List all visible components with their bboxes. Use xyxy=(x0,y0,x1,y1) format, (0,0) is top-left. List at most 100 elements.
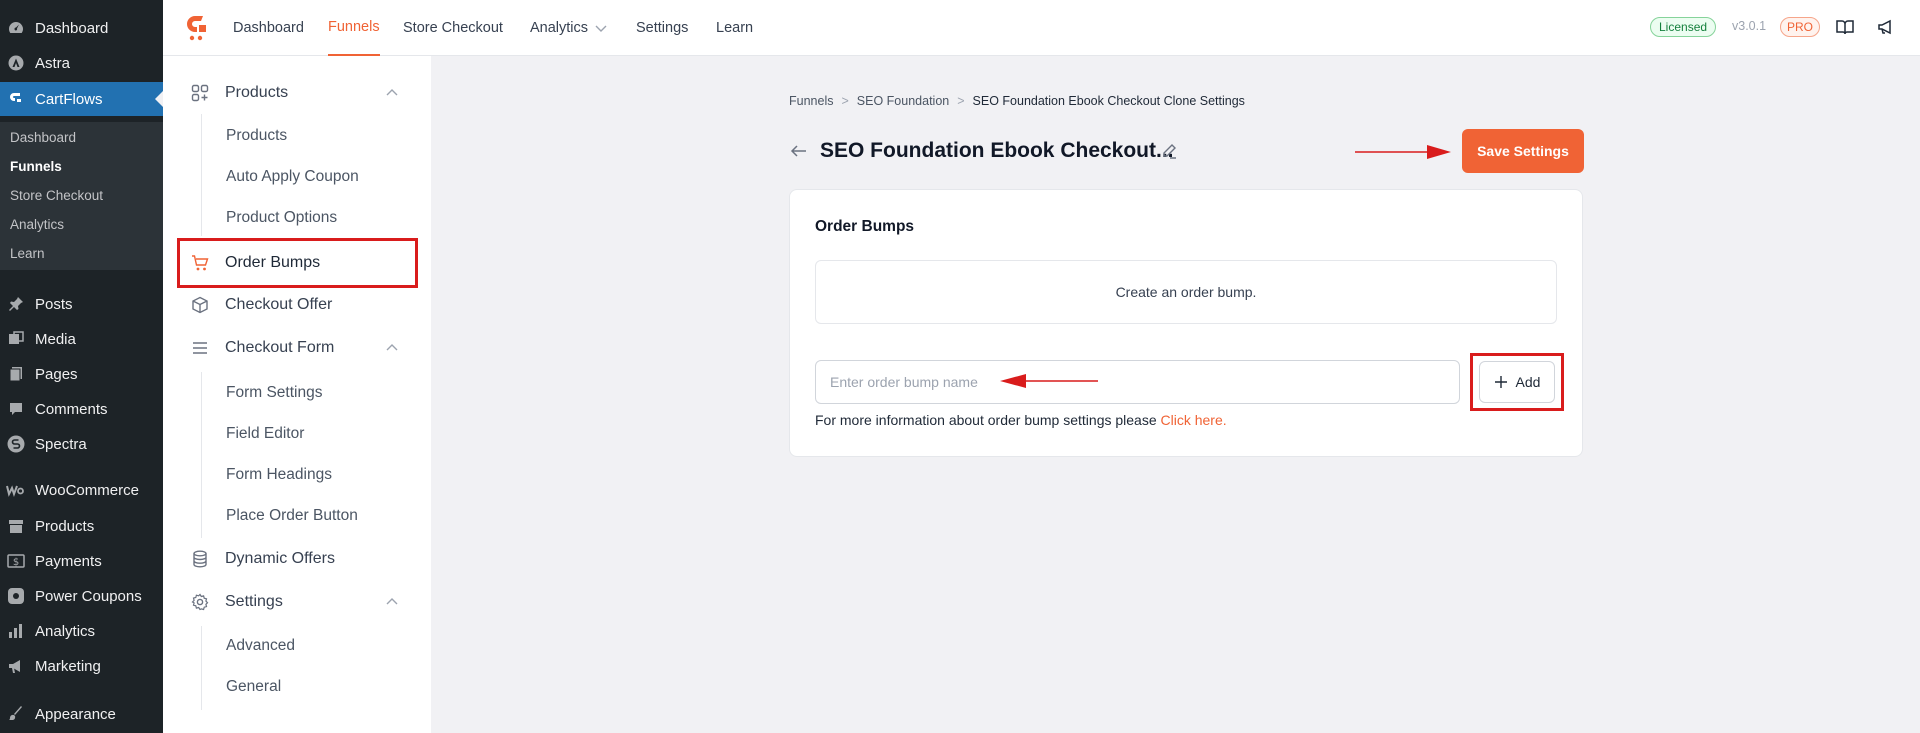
step-settings-nav: Products Products Auto Apply Coupon Prod… xyxy=(163,56,431,733)
settings-group-checkout-form-label: Checkout Form xyxy=(225,339,335,356)
topnav-analytics-label: Analytics xyxy=(530,20,589,36)
wp-submenu-analytics[interactable]: Analytics xyxy=(10,217,64,232)
chevron-up-icon xyxy=(385,86,399,100)
chevron-down-icon xyxy=(595,25,607,32)
settings-item-general[interactable]: General xyxy=(226,678,281,696)
grid-plus-icon xyxy=(191,84,209,102)
settings-item-product-options[interactable]: Product Options xyxy=(226,209,337,227)
tree-line xyxy=(201,626,202,710)
settings-item-order-bumps[interactable]: Order Bumps xyxy=(177,238,418,288)
breadcrumb: Funnels > SEO Foundation > SEO Foundatio… xyxy=(789,94,1245,108)
version-label: v3.0.1 xyxy=(1732,19,1767,33)
megaphone-icon[interactable] xyxy=(1876,17,1896,37)
empty-state-text: Create an order bump. xyxy=(1115,284,1257,300)
wp-submenu-dashboard[interactable]: Dashboard xyxy=(10,130,76,145)
cube-icon xyxy=(191,296,209,314)
megaphone-icon xyxy=(6,656,26,676)
topnav-store-checkout[interactable]: Store Checkout xyxy=(403,0,503,56)
empty-state: Create an order bump. xyxy=(815,260,1557,324)
tree-line xyxy=(201,114,202,236)
comment-icon xyxy=(6,399,26,419)
settings-item-advanced[interactable]: Advanced xyxy=(226,637,295,655)
add-order-bump-button[interactable]: Add xyxy=(1479,361,1555,403)
breadcrumb-current: SEO Foundation Ebook Checkout Clone Sett… xyxy=(972,94,1245,108)
tree-line xyxy=(201,372,202,538)
bar-chart-icon xyxy=(6,621,26,641)
settings-item-dynamic-offers-label: Dynamic Offers xyxy=(225,550,335,567)
order-bumps-heading: Order Bumps xyxy=(815,218,915,235)
help-link[interactable]: Click here. xyxy=(1161,412,1227,428)
wp-menu-woocommerce[interactable]: WooCommerce xyxy=(0,476,163,504)
back-arrow-icon[interactable] xyxy=(789,141,809,161)
settings-item-order-bumps-label: Order Bumps xyxy=(225,254,321,271)
edit-pencil-icon[interactable] xyxy=(1161,143,1177,159)
settings-group-checkout-form[interactable]: Checkout Form xyxy=(163,331,431,365)
topnav-settings[interactable]: Settings xyxy=(636,0,688,56)
wp-menu-astra[interactable]: Astra xyxy=(0,49,163,77)
wp-menu-payments[interactable]: $ Payments xyxy=(0,547,163,575)
settings-item-dynamic-offers[interactable]: Dynamic Offers xyxy=(163,542,431,576)
wp-menu-cartflows[interactable]: CartFlows xyxy=(0,82,163,116)
wp-menu-analytics[interactable]: Analytics xyxy=(0,617,163,645)
save-settings-button[interactable]: Save Settings xyxy=(1462,129,1584,173)
book-icon[interactable] xyxy=(1835,17,1855,37)
settings-item-form-headings[interactable]: Form Headings xyxy=(226,466,332,484)
wp-menu-appearance[interactable]: Appearance xyxy=(0,700,163,728)
cartflows-icon xyxy=(6,89,26,109)
cartflows-topbar: Dashboard Funnels Store Checkout Analyti… xyxy=(163,0,1920,56)
wp-menu-spectra[interactable]: Spectra xyxy=(0,430,163,458)
chevron-up-icon xyxy=(385,341,399,355)
settings-item-checkout-offer[interactable]: Checkout Offer xyxy=(163,288,431,322)
wp-menu-marketing[interactable]: Marketing xyxy=(0,652,163,680)
woocommerce-icon xyxy=(6,480,26,500)
settings-item-place-order-button[interactable]: Place Order Button xyxy=(226,507,358,525)
annotation-arrow-left xyxy=(1000,374,1098,388)
wp-menu-pages[interactable]: Pages xyxy=(0,360,163,388)
order-bump-name-input[interactable] xyxy=(815,360,1460,404)
settings-group-products[interactable]: Products xyxy=(163,76,431,110)
add-order-bump-label: Add xyxy=(1515,374,1541,390)
dashboard-icon xyxy=(6,18,26,38)
settings-item-field-editor[interactable]: Field Editor xyxy=(226,425,304,443)
wp-menu-dashboard[interactable]: Dashboard xyxy=(0,14,163,42)
pages-icon xyxy=(6,364,26,384)
pin-icon xyxy=(6,294,26,314)
wp-submenu-learn[interactable]: Learn xyxy=(10,246,45,261)
wp-submenu-funnels[interactable]: Funnels xyxy=(10,159,62,174)
wp-menu-comments[interactable]: Comments xyxy=(0,395,163,423)
add-button-highlight: Add xyxy=(1470,353,1564,411)
wp-menu-products[interactable]: Products xyxy=(0,512,163,540)
chevron-up-icon xyxy=(385,595,399,609)
breadcrumb-funnels[interactable]: Funnels xyxy=(789,94,833,108)
settings-item-auto-apply-coupon[interactable]: Auto Apply Coupon xyxy=(226,168,359,186)
database-icon xyxy=(191,550,209,568)
wp-submenu-store-checkout[interactable]: Store Checkout xyxy=(10,188,103,203)
wp-menu-power-coupons[interactable]: Power Coupons xyxy=(0,582,163,610)
wp-cartflows-submenu: Dashboard Funnels Store Checkout Analyti… xyxy=(0,122,163,270)
archive-icon xyxy=(6,516,26,536)
settings-group-products-label: Products xyxy=(225,84,289,101)
media-icon xyxy=(6,329,26,349)
breadcrumb-funnel[interactable]: SEO Foundation xyxy=(857,94,949,108)
topnav-dashboard[interactable]: Dashboard xyxy=(233,0,304,56)
settings-item-products[interactable]: Products xyxy=(226,127,287,145)
cartflows-logo-icon[interactable] xyxy=(183,14,209,42)
coupon-icon xyxy=(6,586,26,606)
topnav-learn[interactable]: Learn xyxy=(716,0,753,56)
settings-group-settings[interactable]: Settings xyxy=(163,585,431,619)
wp-admin-sidebar: Dashboard Astra CartFlows Dashboard Funn… xyxy=(0,0,163,733)
pro-badge: PRO xyxy=(1780,17,1821,37)
wp-menu-media[interactable]: Media xyxy=(0,325,163,353)
licensed-badge: Licensed xyxy=(1650,17,1717,37)
topnav-funnels[interactable]: Funnels xyxy=(328,0,380,56)
wp-menu-posts[interactable]: Posts xyxy=(0,290,163,318)
cart-icon xyxy=(191,254,209,272)
topnav-analytics[interactable]: Analytics xyxy=(530,0,608,56)
order-bumps-card: Order Bumps Create an order bump. Add Fo… xyxy=(789,189,1583,457)
spectra-icon xyxy=(6,434,26,454)
help-text: For more information about order bump se… xyxy=(815,412,1227,428)
help-text-body: For more information about order bump se… xyxy=(815,412,1161,428)
breadcrumb-separator: > xyxy=(841,94,849,108)
settings-item-form-settings[interactable]: Form Settings xyxy=(226,384,322,402)
breadcrumb-separator: > xyxy=(957,94,965,108)
